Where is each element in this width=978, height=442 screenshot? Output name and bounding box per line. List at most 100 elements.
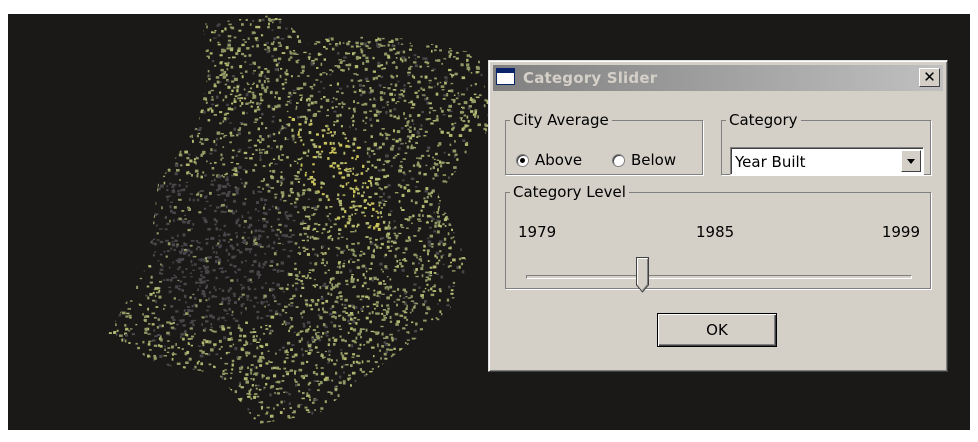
parcel	[111, 388, 114, 391]
parcel	[383, 383, 386, 386]
parcel	[173, 21, 177, 23]
parcel	[236, 85, 240, 89]
parcel	[420, 37, 422, 41]
parcel	[272, 133, 276, 136]
parcel	[398, 397, 401, 400]
parcel	[367, 202, 370, 205]
parcel	[355, 28, 357, 32]
parcel	[193, 263, 197, 266]
parcel	[472, 24, 476, 26]
parcel	[253, 70, 256, 72]
parcel	[474, 83, 477, 86]
parcel	[315, 332, 318, 336]
parcel	[298, 246, 300, 249]
parcel	[182, 220, 186, 224]
parcel	[203, 259, 206, 262]
parcel	[336, 296, 339, 300]
parcel	[151, 409, 154, 413]
parcel	[258, 73, 263, 77]
parcel	[446, 188, 449, 191]
parcel	[145, 236, 149, 240]
parcel	[188, 357, 192, 361]
parcel	[424, 338, 426, 342]
parcel	[430, 392, 434, 396]
parcel	[399, 294, 402, 298]
parcel	[182, 89, 186, 92]
parcel	[456, 265, 459, 269]
parcel	[391, 33, 395, 36]
parcel	[334, 218, 337, 221]
parcel	[238, 298, 240, 300]
parcel	[214, 209, 217, 213]
parcel	[263, 425, 266, 428]
parcel	[198, 61, 202, 64]
parcel	[342, 194, 346, 196]
parcel	[155, 73, 158, 76]
parcel	[111, 283, 115, 286]
parcel	[194, 394, 197, 397]
parcel	[259, 141, 262, 144]
parcel	[156, 239, 160, 241]
parcel	[368, 154, 371, 158]
parcel	[461, 270, 465, 274]
parcel	[130, 222, 134, 225]
parcel	[281, 309, 285, 312]
parcel	[467, 255, 470, 259]
parcel	[339, 202, 343, 204]
parcel	[169, 278, 173, 282]
parcel	[208, 340, 212, 344]
parcel	[477, 210, 481, 214]
parcel	[339, 335, 342, 338]
parcel	[134, 169, 138, 172]
parcel	[281, 323, 284, 325]
parcel	[489, 421, 493, 424]
parcel	[230, 108, 234, 111]
parcel	[440, 337, 444, 341]
parcel	[470, 234, 474, 237]
parcel	[184, 39, 188, 42]
parcel	[320, 181, 323, 185]
parcel	[172, 31, 176, 34]
parcel	[403, 99, 407, 102]
parcel	[471, 382, 476, 385]
parcel	[277, 218, 280, 221]
parcel	[209, 191, 212, 195]
parcel	[306, 253, 310, 256]
parcel	[310, 308, 314, 311]
parcel	[410, 144, 413, 148]
parcel	[316, 325, 319, 328]
parcel	[162, 279, 166, 281]
parcel	[362, 182, 364, 185]
parcel	[426, 377, 430, 381]
parcel	[476, 278, 480, 280]
parcel	[261, 230, 265, 233]
parcel	[332, 343, 336, 346]
parcel	[307, 328, 310, 331]
parcel	[137, 417, 141, 419]
parcel	[116, 268, 120, 272]
parcel	[458, 190, 462, 193]
parcel	[386, 161, 390, 164]
parcel	[337, 52, 340, 55]
parcel	[250, 343, 252, 345]
parcel	[132, 276, 137, 278]
parcel	[409, 126, 412, 129]
parcel	[355, 158, 357, 161]
parcel	[414, 58, 417, 60]
parcel	[451, 74, 455, 77]
parcel	[146, 215, 150, 218]
parcel	[350, 317, 352, 321]
parcel	[336, 254, 339, 257]
parcel	[326, 114, 329, 117]
parcel	[395, 236, 398, 240]
parcel	[221, 297, 225, 301]
parcel	[473, 93, 477, 96]
parcel	[440, 130, 444, 134]
parcel	[351, 339, 355, 343]
parcel	[413, 283, 417, 286]
parcel	[108, 202, 110, 206]
parcel	[400, 43, 404, 45]
parcel	[250, 230, 253, 234]
parcel	[177, 347, 180, 349]
parcel	[313, 237, 317, 240]
